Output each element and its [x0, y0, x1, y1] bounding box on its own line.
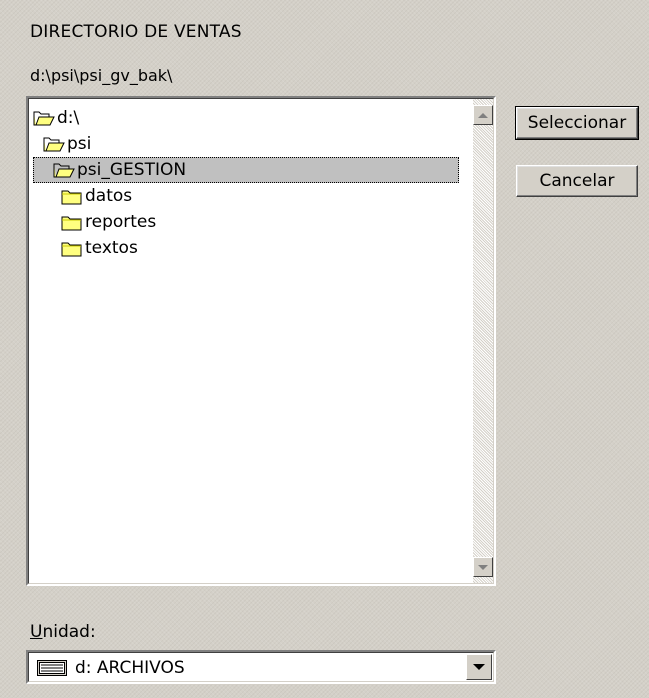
current-path: d:\psi\psi_gv_bak\ — [30, 66, 173, 85]
tree-item-datos[interactable]: datos — [61, 183, 132, 209]
drive-select[interactable]: d: ARCHIVOS — [26, 650, 496, 684]
directory-list[interactable]: d:\ psi psi_GESTION datos reportes texto… — [26, 96, 496, 586]
tree-item-reportes[interactable]: reportes — [61, 209, 156, 235]
tree-item-psi[interactable]: psi — [43, 131, 91, 157]
tree-item-textos[interactable]: textos — [61, 235, 138, 261]
vertical-scrollbar[interactable] — [473, 99, 493, 583]
drive-icon — [37, 660, 67, 676]
drive-label-text: nidad: — [42, 622, 96, 642]
folder-icon — [61, 242, 82, 257]
drive-value: d: ARCHIVOS — [75, 658, 185, 678]
scroll-down-button[interactable] — [473, 557, 493, 577]
folder-icon — [61, 216, 82, 231]
arrow-down-icon — [478, 564, 488, 570]
cancel-button[interactable]: Cancelar — [516, 165, 638, 197]
open-folder-icon — [53, 163, 75, 178]
folder-icon — [61, 190, 82, 205]
drive-dropdown-button[interactable] — [466, 654, 492, 680]
tree-item-root[interactable]: d:\ — [33, 105, 79, 131]
chevron-down-icon — [473, 664, 485, 670]
open-folder-icon — [43, 137, 65, 152]
dialog-title: DIRECTORIO DE VENTAS — [30, 22, 242, 42]
drive-label-accelerator: U — [30, 622, 43, 642]
tree-item-psi-gestion[interactable]: psi_GESTION — [33, 157, 459, 183]
tree-item-label: d:\ — [57, 108, 80, 128]
tree-item-label: textos — [85, 238, 138, 258]
scroll-up-button[interactable] — [473, 105, 493, 125]
arrow-up-icon — [478, 112, 488, 118]
drive-label: Unidad: — [30, 622, 96, 642]
tree-item-label: psi_GESTION — [77, 160, 187, 180]
open-folder-icon — [33, 111, 55, 126]
tree-item-label: psi — [67, 134, 92, 154]
select-button[interactable]: Seleccionar — [515, 106, 639, 140]
tree-item-label: reportes — [85, 212, 157, 232]
tree-item-label: datos — [85, 186, 133, 206]
directory-dialog: DIRECTORIO DE VENTAS d:\psi\psi_gv_bak\ … — [0, 0, 649, 698]
